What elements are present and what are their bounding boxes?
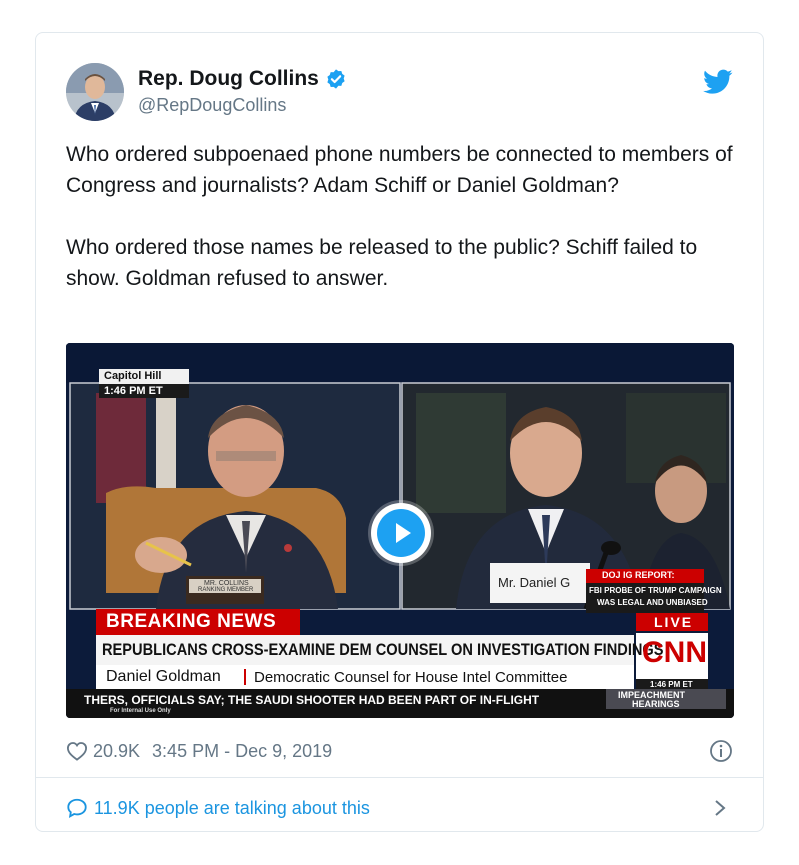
divider: [36, 777, 763, 778]
location-label: Capitol Hill: [104, 370, 162, 382]
twitter-bird-icon[interactable]: [703, 69, 733, 95]
tweet-timestamp[interactable]: 3:45 PM - Dec 9, 2019: [152, 741, 332, 762]
nameplate-left-line2: RANKING MEMBER: [198, 587, 254, 593]
author-handle[interactable]: @RepDougCollins: [138, 95, 347, 116]
like-count[interactable]: 20.9K: [93, 741, 140, 762]
live-label: LIVE: [654, 614, 694, 630]
talking-count-text[interactable]: 11.9K people are talking about this: [94, 798, 370, 819]
tweet-paragraph-1: Who ordered subpoenaed phone numbers be …: [66, 143, 733, 197]
network-logo: CNN: [642, 636, 707, 669]
play-icon[interactable]: [377, 509, 425, 557]
heart-icon[interactable]: [66, 741, 88, 761]
conversation-link[interactable]: 11.9K people are talking about this: [66, 793, 733, 823]
verified-badge-icon: [327, 69, 345, 89]
guest-title: Democratic Counsel for House Intel Commi…: [254, 669, 568, 686]
ticker-text: THERS, OFFICIALS SAY; THE SAUDI SHOOTER …: [84, 693, 540, 707]
guest-name: Daniel Goldman: [106, 668, 221, 685]
tweet-paragraph-2: Who ordered those names be released to t…: [66, 236, 698, 290]
breaking-news-label: BREAKING NEWS: [106, 611, 277, 632]
doj-line1: FBI PROBE OF TRUMP CAMPAIGN: [589, 586, 722, 595]
speech-bubble-icon: [67, 798, 87, 818]
internal-use-label: For Internal Use Only: [110, 708, 171, 714]
doj-line2: WAS LEGAL AND UNBIASED: [597, 598, 708, 607]
avatar[interactable]: [66, 63, 124, 121]
network-time: 1:46 PM ET: [650, 680, 693, 689]
tweet-header: Rep. Doug Collins @RepDougCollins: [66, 63, 733, 125]
doj-title: DOJ IG REPORT:: [602, 570, 675, 580]
clock-label: 1:46 PM ET: [104, 385, 163, 397]
chevron-right-icon[interactable]: [713, 799, 727, 817]
video-player[interactable]: Capitol Hill 1:46 PM ET MR. COLLINS RANK…: [66, 343, 734, 718]
author-name-row: Rep. Doug Collins: [138, 67, 347, 91]
tweet-meta: 20.9K 3:45 PM - Dec 9, 2019: [66, 736, 733, 766]
nameplate-right: Mr. Daniel G: [498, 575, 571, 590]
tweet-text: Who ordered subpoenaed phone numbers be …: [66, 139, 736, 325]
program-line2: HEARINGS: [632, 699, 680, 709]
play-triangle: [396, 523, 411, 543]
nameplate-left-line1: MR. COLLINS: [204, 580, 249, 587]
headline: REPUBLICANS CROSS-EXAMINE DEM COUNSEL ON…: [102, 640, 664, 659]
author-info[interactable]: Rep. Doug Collins @RepDougCollins: [138, 67, 347, 116]
play-button[interactable]: [371, 503, 431, 563]
author-name[interactable]: Rep. Doug Collins: [138, 67, 319, 91]
info-icon[interactable]: [709, 739, 733, 763]
tweet-card[interactable]: Rep. Doug Collins @RepDougCollins Who or…: [35, 32, 764, 832]
